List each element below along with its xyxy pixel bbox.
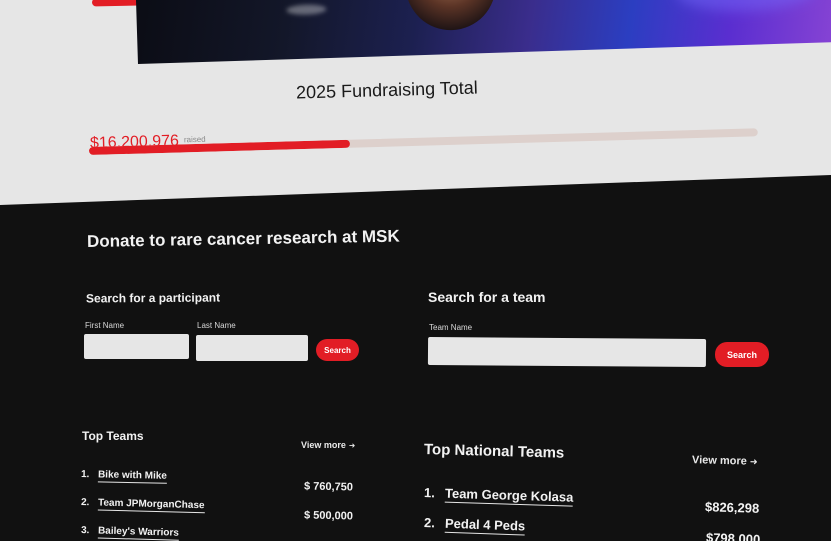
top-national-teams-title: Top National Teams bbox=[423, 441, 565, 462]
participant-search-button[interactable]: Search bbox=[316, 339, 359, 361]
view-more-label: View more bbox=[301, 440, 346, 450]
list-rank: 2. bbox=[423, 515, 436, 531]
top-teams-title: Top Teams bbox=[82, 429, 144, 443]
list-rank: 3. bbox=[80, 525, 90, 537]
team-search-title: Search for a team bbox=[428, 289, 546, 305]
last-name-label: Last Name bbox=[197, 321, 236, 330]
speaker-figure bbox=[404, 0, 498, 32]
arrow-right-icon: ➜ bbox=[749, 456, 758, 467]
event-photo bbox=[135, 0, 831, 65]
team-amount: $798,000 bbox=[705, 530, 761, 541]
list-rank: 1. bbox=[423, 485, 436, 501]
view-more-label: View more bbox=[691, 454, 747, 468]
list-rank: 1. bbox=[80, 469, 90, 481]
list-item: 3. Bailey's Warriors bbox=[80, 525, 180, 541]
team-amount: $826,298 bbox=[704, 499, 760, 516]
team-name-input[interactable] bbox=[427, 337, 707, 367]
top-teams-view-more-link[interactable]: View more ➜ bbox=[301, 440, 355, 450]
team-amount: $ 760,750 bbox=[303, 480, 354, 494]
last-name-input[interactable] bbox=[196, 335, 308, 361]
team-link[interactable]: Pedal 4 Peds bbox=[444, 515, 526, 536]
top-national-teams-view-more-link[interactable]: View more ➜ bbox=[692, 454, 758, 468]
arrow-right-icon: ➜ bbox=[348, 441, 356, 450]
fundraising-section: 2025 Fundraising Total $16,200,976 raised bbox=[0, 0, 831, 205]
team-name-label: Team Name bbox=[429, 323, 473, 332]
first-name-label: First Name bbox=[85, 321, 125, 330]
first-name-input[interactable] bbox=[84, 334, 189, 359]
list-rank: 2. bbox=[80, 497, 90, 509]
participant-search-title: Search for a participant bbox=[85, 290, 221, 306]
list-item: 2. Pedal 4 Peds bbox=[424, 515, 526, 536]
team-link[interactable]: Team JPMorganChase bbox=[97, 497, 205, 514]
list-item: 1. Bike with Mike bbox=[80, 469, 168, 484]
team-link[interactable]: Bike with Mike bbox=[97, 469, 168, 484]
team-link[interactable]: Bailey's Warriors bbox=[97, 525, 180, 541]
team-amount: $ 500,000 bbox=[303, 509, 354, 523]
team-search-button[interactable]: Search bbox=[715, 342, 769, 367]
fundraising-title: 2025 Fundraising Total bbox=[295, 77, 479, 103]
